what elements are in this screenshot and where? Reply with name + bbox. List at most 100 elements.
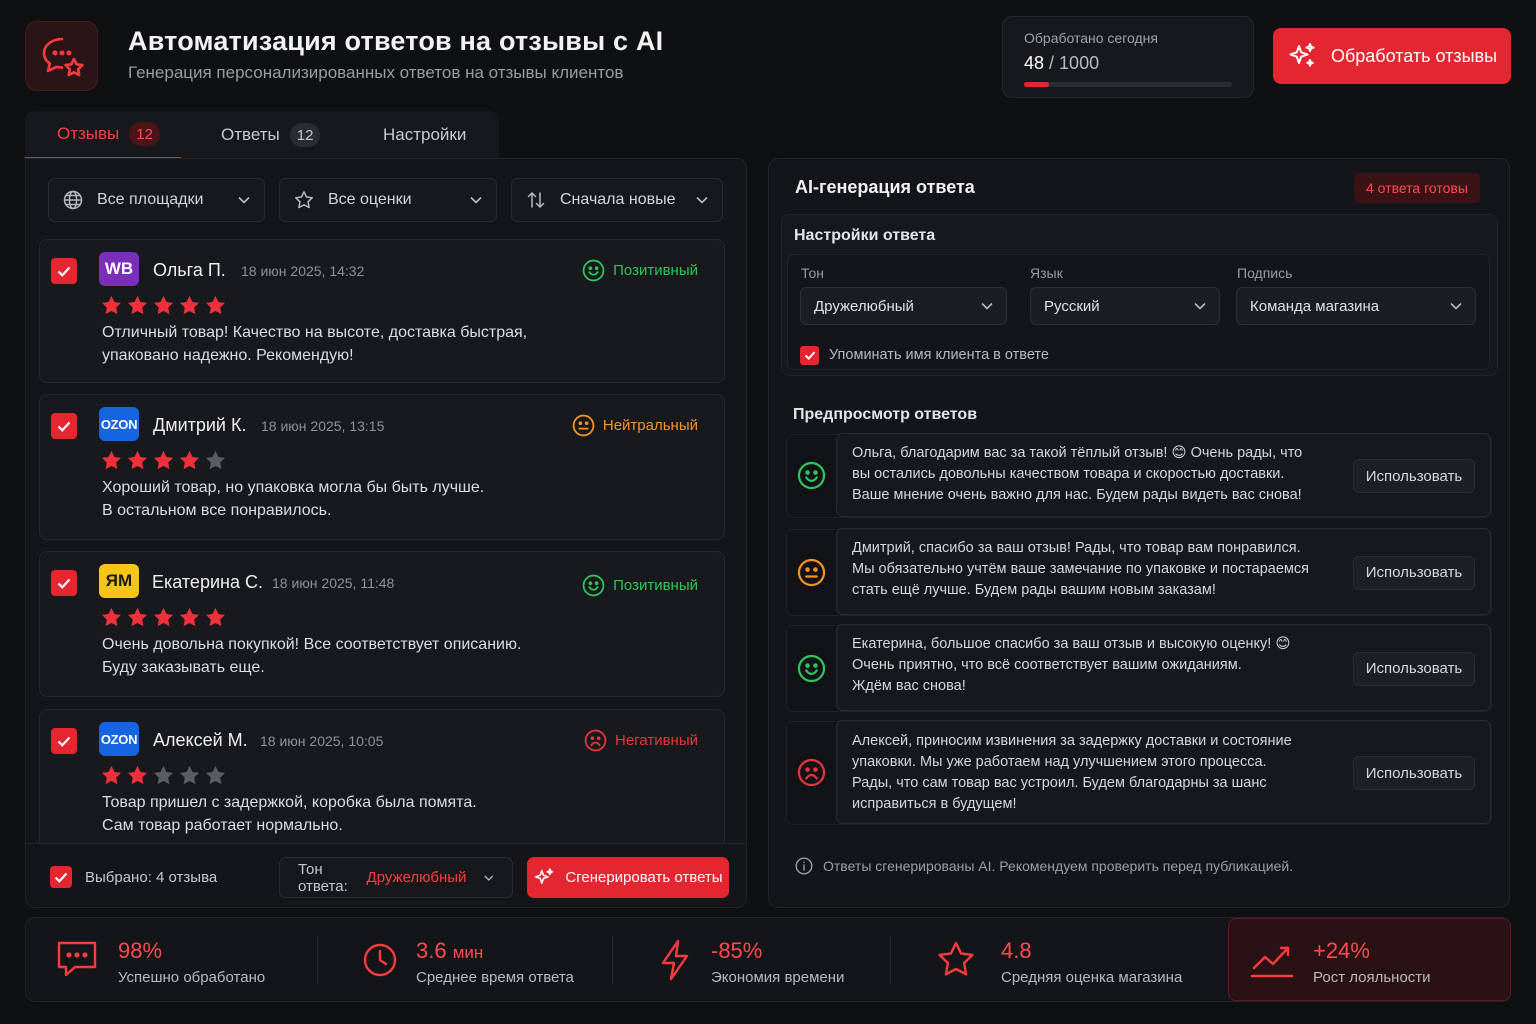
sentiment-badge: Позитивный — [582, 259, 698, 282]
review-checkbox[interactable] — [51, 258, 77, 284]
sentiment-sad-icon — [797, 758, 826, 787]
sentiment-label: Позитивный — [613, 262, 698, 279]
star-filled-icon — [179, 295, 200, 315]
tab-reviews[interactable]: Отзывы 12 — [25, 111, 181, 159]
use-response-label: Использовать — [1365, 660, 1463, 677]
star-filled-icon — [101, 765, 122, 785]
use-response-button[interactable]: Использовать — [1353, 756, 1475, 790]
star-icon — [936, 940, 976, 978]
chat-star-icon — [42, 37, 84, 77]
app-logo — [25, 21, 98, 91]
use-response-button[interactable]: Использовать — [1353, 459, 1475, 493]
generate-responses-label: Сгенерировать ответы — [565, 869, 723, 886]
reviewer-name: Ольга П. — [153, 260, 226, 280]
preview-text: Ольга, благодарим вас за такой тёплый от… — [852, 443, 1302, 506]
sort-select[interactable]: Сначала новые — [511, 178, 723, 222]
sentiment-label: Негативный — [615, 732, 698, 749]
star-filled-icon — [179, 607, 200, 627]
review-text: Очень довольна покупкой! Все соответству… — [102, 633, 521, 679]
language-field-label: Язык — [1030, 265, 1063, 281]
review-text: Отличный товар! Качество на высоте, дост… — [102, 321, 527, 367]
preview-text-line: Рады, что сам товар вас устроил. Будем б… — [852, 775, 1267, 791]
review-card[interactable]: ЯМ Екатерина С. 18 июн 2025, 11:48 Позит… — [39, 551, 725, 697]
counter-progress-bar — [1024, 82, 1232, 87]
check-icon — [804, 351, 815, 360]
ai-disclaimer: Ответы сгенерированы AI. Рекомендуем про… — [795, 857, 1293, 875]
sparkle-icon — [535, 867, 554, 884]
star-filled-icon — [205, 607, 226, 627]
review-date: 18 июн 2025, 11:48 — [272, 575, 395, 591]
tone-dropdown[interactable]: Тон ответа: Дружелюбный — [279, 857, 513, 898]
globe-icon — [63, 190, 83, 210]
sentiment-label: Нейтральный — [602, 417, 698, 434]
rating-filter[interactable]: Все оценки — [279, 178, 497, 222]
preview-card: Ольга, благодарим вас за такой тёплый от… — [836, 433, 1491, 517]
review-checkbox[interactable] — [51, 570, 77, 596]
review-card[interactable]: OZON Дмитрий К. 18 июн 2025, 13:15 Нейтр… — [39, 394, 725, 540]
signature-select[interactable]: Команда магазина — [1236, 287, 1476, 325]
select-all-checkbox[interactable] — [50, 866, 72, 888]
star-empty-icon — [179, 765, 200, 785]
stat-response-time: 3.6 мин Среднее время ответа — [416, 938, 574, 986]
platform-badge: ЯМ — [99, 564, 139, 598]
mention-name-checkbox[interactable] — [800, 346, 819, 365]
stat-response-time-label: Среднее время ответа — [416, 969, 574, 986]
daily-counter: Обработано сегодня 48 / 1000 — [1002, 16, 1254, 98]
stat-processed-value: 98% — [118, 938, 163, 963]
trend-icon — [1250, 940, 1294, 978]
check-icon — [57, 578, 71, 589]
review-card[interactable]: WB Ольга П. 18 июн 2025, 14:32 Позитивны… — [39, 239, 725, 383]
settings-title: Настройки ответа — [794, 227, 936, 244]
stat-loyalty-label: Рост лояльности — [1313, 969, 1431, 986]
tab-responses[interactable]: Ответы 12 — [181, 111, 351, 159]
preview-text-line: исправиться в будущем! — [852, 796, 1017, 812]
star-filled-icon — [127, 607, 148, 627]
sparkle-icon — [1289, 43, 1315, 67]
tab-settings[interactable]: Настройки — [351, 111, 499, 159]
review-checkbox[interactable] — [51, 413, 77, 439]
generate-responses-button[interactable]: Сгенерировать ответы — [527, 857, 729, 898]
process-reviews-button[interactable]: Обработать отзывы — [1273, 28, 1511, 84]
ai-panel-title: AI-генерация ответа — [795, 177, 975, 197]
use-response-button[interactable]: Использовать — [1353, 555, 1475, 590]
use-response-label: Использовать — [1365, 764, 1463, 782]
preview-text-line: Алексей, приносим извинения за задержку … — [852, 733, 1292, 749]
tab-reviews-count: 12 — [129, 122, 160, 146]
review-card[interactable]: OZON Алексей М. 18 июн 2025, 10:05 Негат… — [39, 709, 725, 843]
tab-responses-count: 12 — [289, 123, 321, 147]
chevron-down-icon — [696, 196, 708, 204]
preview-card: Алексей, приносим извинения за задержку … — [836, 720, 1491, 824]
platform-filter[interactable]: Все площадки — [48, 178, 265, 222]
stat-response-time-unit: мин — [452, 943, 484, 962]
rating-stars — [101, 450, 226, 470]
chevron-down-icon — [981, 302, 993, 310]
sentiment-happy-icon — [797, 654, 826, 683]
platform-filter-value: Все площадки — [97, 191, 204, 208]
review-checkbox[interactable] — [51, 728, 77, 754]
star-filled-icon — [101, 607, 122, 627]
stats-divider — [317, 936, 318, 984]
star-outline-icon — [295, 191, 313, 209]
selected-count: Выбрано: 4 отзыва — [85, 869, 218, 886]
chat-icon — [55, 939, 99, 979]
review-text-line: Хороший товар, но упаковка могла бы быть… — [102, 479, 485, 496]
star-filled-icon — [179, 450, 200, 470]
chevron-down-icon — [1194, 302, 1206, 310]
preview-text-line: вы остались довольны качеством товара и … — [852, 466, 1285, 482]
platform-badge: OZON — [99, 407, 139, 441]
stat-processed-label: Успешно обработано — [118, 969, 266, 986]
tone-select[interactable]: Дружелюбный — [800, 287, 1007, 325]
counter-progress-fill — [1024, 82, 1049, 87]
rating-stars — [101, 295, 226, 315]
language-select[interactable]: Русский — [1030, 287, 1220, 325]
use-response-button[interactable]: Использовать — [1353, 651, 1475, 686]
star-empty-icon — [153, 765, 174, 785]
rating-stars — [101, 765, 226, 785]
star-filled-icon — [205, 295, 226, 315]
ai-disclaimer-text: Ответы сгенерированы AI. Рекомендуем про… — [823, 858, 1294, 874]
sort-select-value: Сначала новые — [560, 191, 676, 208]
star-filled-icon — [127, 295, 148, 315]
tone-dropdown-value: Дружелюбный — [366, 869, 467, 886]
preview-text-line: Очень приятно, что всё соответствует ваш… — [852, 657, 1242, 673]
rating-stars — [101, 607, 226, 627]
